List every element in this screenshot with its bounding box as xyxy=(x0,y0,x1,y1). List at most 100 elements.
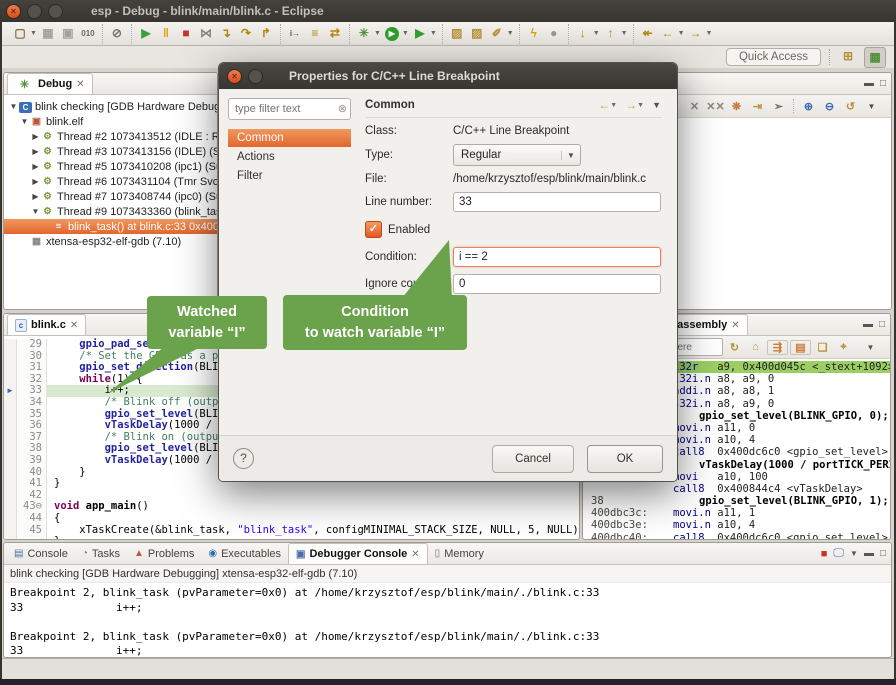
dialog-close-button[interactable]: ✕ xyxy=(227,69,242,84)
window-minimize-button[interactable] xyxy=(27,4,42,19)
view-menu-icon[interactable]: ▼ xyxy=(861,343,880,352)
remove-all-expressions-icon[interactable]: ✕✕ xyxy=(706,100,725,113)
terminate-button[interactable]: ■ xyxy=(176,24,196,43)
editor-annotation-gutter[interactable] xyxy=(4,443,17,455)
back-icon[interactable]: ← xyxy=(598,98,610,112)
debug-button[interactable]: ✳ xyxy=(354,24,374,43)
run-dropdown-icon[interactable]: ▼ xyxy=(402,30,409,37)
tab-tasks[interactable]: ◔Tasks xyxy=(75,543,127,564)
console-output[interactable]: Breakpoint 2, blink_task (pvParameter=0x… xyxy=(4,583,891,658)
tree-item[interactable]: ▶⚙Thread #7 1073408744 (ipc0) (Suspended… xyxy=(4,189,217,204)
new-wizard-button[interactable]: ▢ xyxy=(10,24,30,43)
back-dropdown-icon[interactable]: ▼ xyxy=(678,30,685,37)
editor-annotation-gutter[interactable] xyxy=(4,351,17,363)
maximize-icon[interactable]: □ xyxy=(879,319,885,330)
next-annotation-dropdown-icon[interactable]: ▼ xyxy=(593,30,600,37)
window-maximize-button[interactable] xyxy=(48,4,63,19)
editor-annotation-gutter[interactable] xyxy=(4,513,17,525)
editor-annotation-gutter[interactable] xyxy=(4,432,17,444)
minimize-icon[interactable]: ▬ xyxy=(864,548,874,559)
close-icon[interactable]: ✕ xyxy=(76,79,84,90)
step-over-button[interactable]: ↷ xyxy=(236,24,256,43)
view-menu-icon[interactable]: ▼ xyxy=(862,102,881,111)
section-menu-icon[interactable]: ▼ xyxy=(652,100,661,110)
pin-view-icon[interactable]: ⌖ xyxy=(834,341,853,354)
previous-annotation-dropdown-icon[interactable]: ▼ xyxy=(621,30,628,37)
maximize-icon[interactable]: □ xyxy=(880,548,886,559)
open-task-button[interactable]: ✐ xyxy=(487,24,507,43)
minimize-icon[interactable]: ▬ xyxy=(863,319,873,330)
tree-item[interactable]: ▶⚙Thread #5 1073410208 (ipc1) (Suspended… xyxy=(4,159,217,174)
home-icon[interactable]: ⌂ xyxy=(746,341,765,353)
restore-default-icon[interactable]: ⇥ xyxy=(748,100,767,113)
dialog-nav-filter[interactable]: Filter xyxy=(228,167,351,185)
disconnect-button[interactable]: ⋈ xyxy=(196,24,216,43)
tree-expander-icon[interactable]: ▼ xyxy=(19,117,30,126)
editor-annotation-gutter[interactable] xyxy=(4,478,17,490)
show-view-toggle-button[interactable]: ≡ xyxy=(305,24,325,43)
editor-annotation-gutter[interactable] xyxy=(4,536,17,540)
tree-expander-icon[interactable]: ▶ xyxy=(30,162,41,171)
add-register-group-icon[interactable]: ❋ xyxy=(727,100,746,113)
tree-expander-icon[interactable]: ▶ xyxy=(30,132,41,141)
window-close-button[interactable]: ✕ xyxy=(6,4,21,19)
next-annotation-button[interactable]: ↓ xyxy=(573,24,593,43)
instruction-stepping-button[interactable]: i→ xyxy=(285,24,305,43)
tree-expander-icon[interactable]: ▶ xyxy=(30,147,41,156)
filter-input[interactable] xyxy=(228,98,351,120)
condition-input[interactable] xyxy=(453,247,661,267)
forward-icon[interactable]: → xyxy=(625,98,637,112)
breakpoint-pointer-icon[interactable]: ► xyxy=(4,385,17,397)
ok-button[interactable]: OK xyxy=(587,445,663,473)
editor-annotation-gutter[interactable] xyxy=(4,397,17,409)
suspend-button[interactable]: ‖ xyxy=(156,24,176,43)
forward-dropdown-icon[interactable]: ▼ xyxy=(706,30,713,37)
tree-item[interactable]: ▶⚙Thread #3 1073413156 (IDLE) (Suspended… xyxy=(4,144,217,159)
close-icon[interactable]: ✕ xyxy=(731,320,739,331)
close-icon[interactable]: ✕ xyxy=(411,549,419,560)
ignore-count-input[interactable] xyxy=(453,274,661,294)
minimize-icon[interactable]: ▬ xyxy=(864,78,874,89)
open-new-view-icon[interactable]: ❏ xyxy=(813,341,832,354)
quick-access-button[interactable]: Quick Access xyxy=(726,48,821,66)
back-button[interactable]: ← xyxy=(658,24,678,43)
save-all-button[interactable]: ▣ xyxy=(58,24,78,43)
line-number-input[interactable] xyxy=(453,192,661,212)
previous-annotation-button[interactable]: ↑ xyxy=(601,24,621,43)
debug-perspective-button[interactable]: ▦ xyxy=(864,47,886,68)
maximize-icon[interactable]: □ xyxy=(880,78,886,89)
refresh-icon[interactable]: ↺ xyxy=(841,100,860,113)
tab-debugger-console[interactable]: ▣Debugger Console✕ xyxy=(288,543,428,564)
editor-annotation-gutter[interactable] xyxy=(4,339,17,351)
toggle-mark-occurrences-button[interactable]: ϟ xyxy=(524,24,544,43)
collapse-all-icon[interactable]: ⊖ xyxy=(820,100,839,113)
show-source-icon[interactable]: ▤ xyxy=(790,340,811,355)
dialog-restore-button[interactable] xyxy=(248,69,263,84)
tab-problems[interactable]: ▲Problems xyxy=(127,543,201,564)
pointer-icon[interactable]: ➢ xyxy=(769,100,788,113)
last-edit-location-button[interactable]: ↞ xyxy=(638,24,658,43)
editor-annotation-gutter[interactable] xyxy=(4,455,17,467)
cancel-button[interactable]: Cancel xyxy=(492,445,574,473)
toggle-annotations-button[interactable]: ● xyxy=(544,24,564,43)
tree-expander-icon[interactable]: ▶ xyxy=(30,177,41,186)
tree-item[interactable]: ▼Cblink checking [GDB Hardware Debugging… xyxy=(4,99,217,114)
editor-annotation-gutter[interactable] xyxy=(4,525,17,537)
tree-item[interactable]: ▶⚙Thread #2 1073413512 (IDLE : Running) xyxy=(4,129,217,144)
use-step-filters-button[interactable]: ⇄ xyxy=(325,24,345,43)
close-icon[interactable]: ✕ xyxy=(70,320,78,331)
open-element-button[interactable]: ▨ xyxy=(447,24,467,43)
display-console-icon[interactable]: 🖵 xyxy=(833,547,844,560)
external-tools-dropdown-icon[interactable]: ▼ xyxy=(430,30,437,37)
forward-button[interactable]: → xyxy=(686,24,706,43)
tab-blink-c[interactable]: c blink.c ✕ xyxy=(7,314,86,335)
tree-item[interactable]: ▦xtensa-esp32-elf-gdb (7.10) xyxy=(4,234,217,249)
remove-expression-icon[interactable]: ✕ xyxy=(685,100,704,113)
terminate-icon[interactable]: ■ xyxy=(821,548,828,560)
enabled-checkbox[interactable]: ✓ xyxy=(365,221,382,238)
tab-console[interactable]: ▤Console xyxy=(7,543,75,564)
tree-item[interactable]: ▼▣blink.elf xyxy=(4,114,217,129)
external-tools-button[interactable]: ▶ xyxy=(410,24,430,43)
tab-memory[interactable]: ▯Memory xyxy=(428,543,491,564)
tree-expander-icon[interactable]: ▼ xyxy=(30,207,41,216)
